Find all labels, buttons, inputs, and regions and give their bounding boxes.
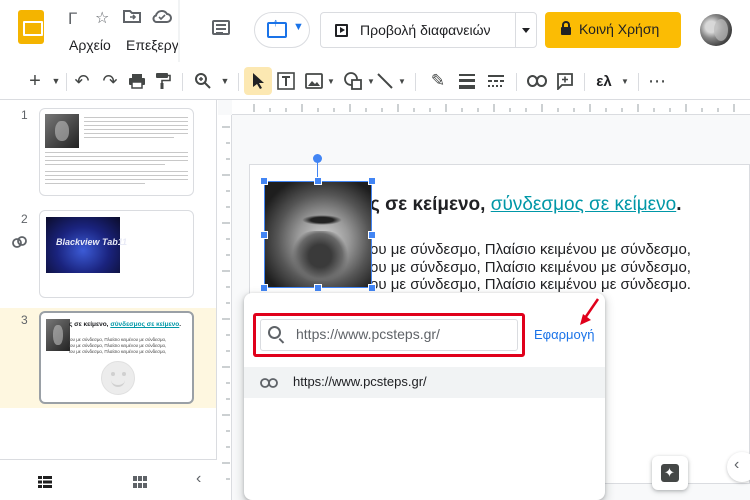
slide-body-line[interactable]: ου με σύνδεσμο, Πλαίσιο κειμένου με σύνδ…: [370, 241, 691, 258]
slide-body-line[interactable]: ου με σύνδεσμο, Πλαίσιο κειμένου με σύνδ…: [370, 276, 691, 293]
filmstrip-footer: ‹: [0, 459, 217, 500]
add-comment-button[interactable]: [554, 62, 576, 100]
slideshow-icon: [335, 24, 348, 37]
redo-button[interactable]: ↷: [100, 62, 120, 100]
thumbnail-photo: [45, 114, 79, 148]
insert-image-button[interactable]: [303, 62, 325, 100]
explore-icon: [661, 464, 679, 482]
slide-thumbnail-3[interactable]: ς σε κείμενο, σύνδεσμος σε κείμενο. ιου …: [39, 311, 194, 404]
paint-format-button[interactable]: [153, 62, 173, 100]
slide-number: 3: [21, 313, 28, 327]
link-suggestion-text[interactable]: https://www.pcsteps.gr/: [293, 374, 427, 389]
filmstrip-view-icon[interactable]: [38, 475, 52, 493]
thumbnail-image-text: Blackview Tab11: [56, 237, 128, 247]
more-options-button[interactable]: ⋯: [646, 62, 668, 100]
horizontal-ruler: [232, 100, 750, 115]
line-dropdown-icon[interactable]: ▼: [397, 62, 407, 100]
main-toolbar: + ▼ ↶ ↷ ▼ ▼ ▼ ▼ ✎ ελ ▼ ⋯: [0, 62, 750, 100]
star-icon[interactable]: ☆: [95, 8, 109, 28]
header-divider: [178, 0, 180, 62]
resize-handle-left[interactable]: [260, 231, 268, 239]
slideshow-label: Προβολή διαφανειών: [360, 22, 491, 38]
slide-number: 1: [21, 108, 28, 122]
search-icon: [268, 326, 281, 339]
link-icon: [12, 235, 28, 252]
thumbnail-photo: [46, 319, 70, 351]
explore-button[interactable]: [652, 456, 688, 490]
vertical-ruler: [218, 115, 232, 500]
line-button[interactable]: [374, 62, 396, 100]
resize-handle-top-left[interactable]: [260, 177, 268, 185]
title-hyperlink[interactable]: σύνδεσμος σε κείμενο: [491, 194, 677, 215]
chevron-left-icon: ‹: [734, 456, 740, 473]
select-tool-button[interactable]: [244, 67, 272, 95]
slides-logo-icon[interactable]: [18, 10, 44, 44]
link-icon: [260, 375, 278, 391]
selection-frame: [264, 181, 372, 288]
grid-view-icon[interactable]: [133, 475, 147, 493]
resize-handle-bottom[interactable]: [314, 284, 322, 292]
image-dropdown-icon[interactable]: ▼: [326, 62, 336, 100]
thumbnail-body-line: ιου με σύνδεσμο, Πλαίσιο κειμένου με σύν…: [69, 349, 167, 354]
cloud-status-icon[interactable]: [152, 8, 172, 29]
text-box-button[interactable]: [275, 62, 297, 100]
print-button[interactable]: [127, 62, 147, 100]
lock-icon: [561, 21, 571, 35]
thumbnail-body-line: ιου με σύνδεσμο, Πλαίσιο κειμένου με σύν…: [69, 343, 167, 348]
slide-body-line[interactable]: ου με σύνδεσμο, Πλαίσιο κειμένου με σύνδ…: [370, 259, 691, 276]
resize-handle-top[interactable]: [314, 177, 322, 185]
resize-handle-bottom-right[interactable]: [368, 284, 376, 292]
move-folder-icon[interactable]: [123, 8, 141, 29]
input-tools-dropdown-icon[interactable]: ▼: [620, 62, 630, 100]
document-title[interactable]: Γ: [68, 9, 77, 29]
zoom-button[interactable]: [192, 62, 214, 100]
thumbnail-body-line: ιου με σύνδεσμο, Πλαίσιο κειμένου με σύν…: [69, 337, 167, 342]
resize-handle-bottom-left[interactable]: [260, 284, 268, 292]
border-weight-button[interactable]: [456, 62, 478, 100]
comment-history-button[interactable]: [209, 18, 233, 40]
resize-handle-top-right[interactable]: [368, 177, 376, 185]
smiley-shape: [101, 361, 135, 395]
undo-button[interactable]: ↶: [72, 62, 92, 100]
zoom-dropdown-icon[interactable]: ▼: [218, 62, 232, 100]
apply-button[interactable]: Εφαρμογή: [534, 327, 594, 342]
new-slide-button[interactable]: +: [24, 62, 46, 100]
border-dash-button[interactable]: [485, 62, 507, 100]
slide-number: 2: [21, 212, 28, 226]
slideshow-button[interactable]: Προβολή διαφανειών: [320, 12, 516, 48]
slideshow-dropdown-button[interactable]: [515, 12, 537, 48]
slide-thumbnail-1[interactable]: [39, 108, 194, 196]
present-options-button[interactable]: ↑ ▼: [254, 12, 310, 48]
side-panel-toggle[interactable]: ‹: [727, 452, 750, 482]
menu-edit[interactable]: Επεξεργ: [126, 37, 179, 53]
thumbnail-title: ς σε κείμενο, σύνδεσμος σε κείμενο.: [69, 321, 182, 328]
slide-thumbnail-2[interactable]: Blackview Tab11: [39, 210, 194, 298]
chevron-left-icon[interactable]: ‹: [196, 470, 201, 488]
resize-handle-right[interactable]: [368, 231, 376, 239]
app-header: Γ ☆ Αρχείο Επεξεργ ↑ ▼ Προβολή διαφανειώ…: [0, 0, 750, 62]
rotate-handle[interactable]: [313, 154, 322, 163]
link-url-value[interactable]: https://www.pcsteps.gr/: [296, 326, 440, 342]
red-arrow-icon: [580, 298, 600, 325]
account-avatar[interactable]: [700, 14, 732, 46]
slide-title[interactable]: ς σε κείμενο, σύνδεσμος σε κείμενο.: [370, 194, 682, 216]
pen-button[interactable]: ✎: [427, 62, 449, 100]
menu-file[interactable]: Αρχείο: [69, 37, 111, 53]
share-button[interactable]: Κοινή Χρήση: [545, 12, 681, 48]
input-tools-button[interactable]: ελ: [592, 62, 616, 100]
insert-link-button[interactable]: [526, 62, 548, 100]
thumbnail-image: Blackview Tab11: [46, 217, 127, 273]
new-slide-dropdown-icon[interactable]: ▼: [49, 62, 63, 100]
chevron-down-icon: ▼: [293, 21, 304, 33]
share-label: Κοινή Χρήση: [579, 21, 660, 37]
shape-button[interactable]: [342, 62, 364, 100]
